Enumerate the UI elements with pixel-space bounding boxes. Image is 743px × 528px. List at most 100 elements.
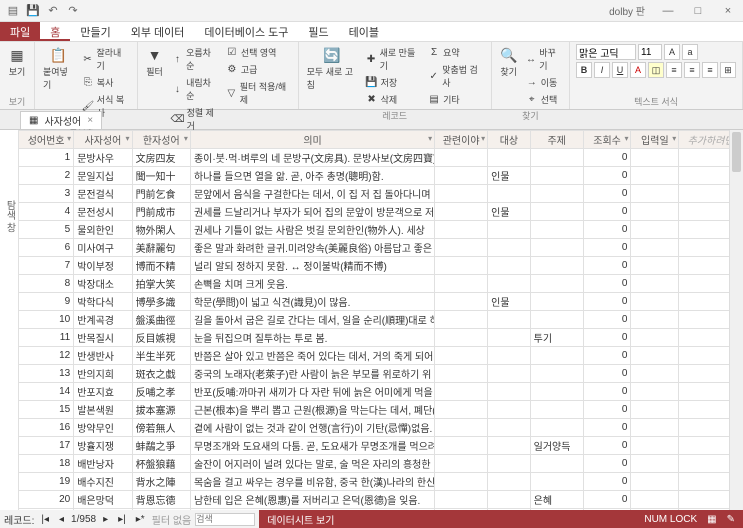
align-right-button[interactable]: ≡ — [702, 62, 718, 78]
font-size-input[interactable] — [638, 44, 662, 60]
cell-word[interactable]: 배은망덕 — [74, 491, 132, 509]
cell-views[interactable]: 0 — [583, 203, 631, 221]
select-button[interactable]: ⌖선택 — [524, 91, 563, 108]
table-row[interactable]: 15발본색원拔本塞源근본(根本)을 뿌리 뽑고 근원(根源)을 막는다는 데서,… — [19, 401, 743, 419]
cell-target[interactable]: 인물 — [488, 203, 530, 221]
cell-story[interactable] — [435, 275, 488, 293]
cell-number[interactable]: 10 — [19, 311, 74, 329]
minimize-button[interactable]: — — [653, 5, 683, 17]
cell-target[interactable]: 인물 — [488, 167, 530, 185]
cell-story[interactable] — [435, 221, 488, 239]
cell-meaning[interactable]: 학문(學問)이 넓고 식견(識見)이 많음. — [190, 293, 434, 311]
cell-views[interactable]: 0 — [583, 473, 631, 491]
cell-number[interactable]: 2 — [19, 167, 74, 185]
cell-hanja[interactable]: 博而不精 — [132, 257, 190, 275]
tab-file[interactable]: 파일 — [0, 22, 40, 41]
cell-date[interactable] — [631, 419, 679, 437]
document-tab[interactable]: ▦ 사자성어 × — [20, 111, 102, 129]
col-story[interactable]: 관련이야▾ — [435, 131, 488, 149]
cell-target[interactable] — [488, 401, 530, 419]
totals-button[interactable]: Σ요약 — [426, 44, 485, 61]
cell-word[interactable]: 배반낭자 — [74, 455, 132, 473]
cell-date[interactable] — [631, 365, 679, 383]
cell-meaning[interactable]: 목숨을 걸고 싸우는 경우를 비유함, 중국 한(漢)나라의 한신 — [190, 473, 434, 491]
cell-word[interactable]: 반생반사 — [74, 347, 132, 365]
cell-story[interactable] — [435, 257, 488, 275]
cell-hanja[interactable]: 反目嫉視 — [132, 329, 190, 347]
cell-number[interactable]: 19 — [19, 473, 74, 491]
cell-target[interactable] — [488, 455, 530, 473]
cell-target[interactable] — [488, 383, 530, 401]
cell-target[interactable] — [488, 275, 530, 293]
cell-number[interactable]: 16 — [19, 419, 74, 437]
col-target[interactable]: 대상 — [488, 131, 530, 149]
cell-views[interactable]: 0 — [583, 419, 631, 437]
cell-number[interactable]: 12 — [19, 347, 74, 365]
cell-word[interactable]: 배수지진 — [74, 473, 132, 491]
cell-number[interactable]: 9 — [19, 293, 74, 311]
sort-asc-button[interactable]: ↑오름차순 — [170, 44, 220, 74]
undo-icon[interactable]: ↶ — [46, 4, 60, 18]
cell-number[interactable]: 3 — [19, 185, 74, 203]
tab-fields[interactable]: 필드 — [298, 22, 338, 41]
col-number[interactable]: 성어번호▾ — [19, 131, 74, 149]
cell-topic[interactable] — [530, 293, 583, 311]
cell-number[interactable]: 6 — [19, 239, 74, 257]
cell-story[interactable] — [435, 311, 488, 329]
cell-word[interactable]: 반의지희 — [74, 365, 132, 383]
new-record-button[interactable]: ▸* — [133, 514, 148, 525]
cell-story[interactable] — [435, 347, 488, 365]
cell-word[interactable]: 박이부정 — [74, 257, 132, 275]
font-color-button[interactable]: A — [630, 62, 646, 78]
cell-word[interactable]: 발본색원 — [74, 401, 132, 419]
tab-create[interactable]: 만들기 — [70, 22, 120, 41]
cell-word[interactable]: 박학다식 — [74, 293, 132, 311]
table-row[interactable]: 5물외한인物外閑人권세나 기틀이 없는 사람은 벗길 문외한인(物外人). 세상… — [19, 221, 743, 239]
table-row[interactable]: 12반생반사半生半死반쯤은 살아 있고 반쯤은 죽어 있다는 데서, 거의 죽게… — [19, 347, 743, 365]
cell-topic[interactable] — [530, 455, 583, 473]
tab-home[interactable]: 홈 — [40, 22, 70, 41]
cell-story[interactable] — [435, 149, 488, 167]
col-word[interactable]: 사자성어▾ — [74, 131, 132, 149]
view-button[interactable]: ▦보기 — [6, 44, 28, 80]
table-row[interactable]: 13반의지희斑衣之戱중국의 노래자(老萊子)란 사람이 늙은 부모를 위로하기 … — [19, 365, 743, 383]
cell-word[interactable]: 박장대소 — [74, 275, 132, 293]
cell-views[interactable]: 0 — [583, 329, 631, 347]
table-row[interactable]: 16방약무인傍若無人곁에 사람이 없는 것과 같이 언행(言行)이 기탄(忌憚)… — [19, 419, 743, 437]
table-row[interactable]: 2문일지십聞一知十하나를 들으면 열을 앎. 곧, 아주 총명(聰明)함.인물0 — [19, 167, 743, 185]
cell-hanja[interactable]: 背恩忘德 — [132, 491, 190, 509]
cell-views[interactable]: 0 — [583, 275, 631, 293]
maximize-button[interactable]: □ — [683, 5, 713, 17]
cell-meaning[interactable]: 술잔이 어지러이 널려 있다는 말로, 술 먹은 자리의 흥청한 — [190, 455, 434, 473]
cell-date[interactable] — [631, 167, 679, 185]
cell-topic[interactable] — [530, 221, 583, 239]
gridlines-button[interactable]: ⊞ — [720, 62, 736, 78]
table-row[interactable]: 14반포지효反哺之孝반포(反哺:까마귀 새끼가 다 자란 뒤에 늙은 어미에게 … — [19, 383, 743, 401]
scroll-thumb[interactable] — [732, 132, 741, 172]
cell-topic[interactable] — [530, 365, 583, 383]
goto-button[interactable]: →이동 — [524, 74, 563, 91]
cell-word[interactable]: 미사여구 — [74, 239, 132, 257]
cell-hanja[interactable]: 物外閑人 — [132, 221, 190, 239]
cell-hanja[interactable]: 杯盤狼藉 — [132, 455, 190, 473]
cell-word[interactable]: 반계곡경 — [74, 311, 132, 329]
grow-font-button[interactable]: A — [664, 44, 680, 60]
cell-views[interactable]: 0 — [583, 257, 631, 275]
cell-number[interactable]: 8 — [19, 275, 74, 293]
cell-target[interactable] — [488, 419, 530, 437]
cell-number[interactable]: 7 — [19, 257, 74, 275]
cell-target[interactable] — [488, 347, 530, 365]
cell-word[interactable]: 방휼지쟁 — [74, 437, 132, 455]
cell-hanja[interactable]: 拍掌大笑 — [132, 275, 190, 293]
col-hanja[interactable]: 한자성어▾ — [132, 131, 190, 149]
shrink-font-button[interactable]: a — [682, 44, 698, 60]
cell-target[interactable] — [488, 311, 530, 329]
cell-story[interactable] — [435, 239, 488, 257]
cell-date[interactable] — [631, 185, 679, 203]
cell-hanja[interactable]: 盤溪曲徑 — [132, 311, 190, 329]
cell-word[interactable]: 문전걸식 — [74, 185, 132, 203]
cell-date[interactable] — [631, 257, 679, 275]
cell-date[interactable] — [631, 383, 679, 401]
cell-views[interactable]: 0 — [583, 167, 631, 185]
first-record-button[interactable]: |◂ — [38, 514, 52, 525]
